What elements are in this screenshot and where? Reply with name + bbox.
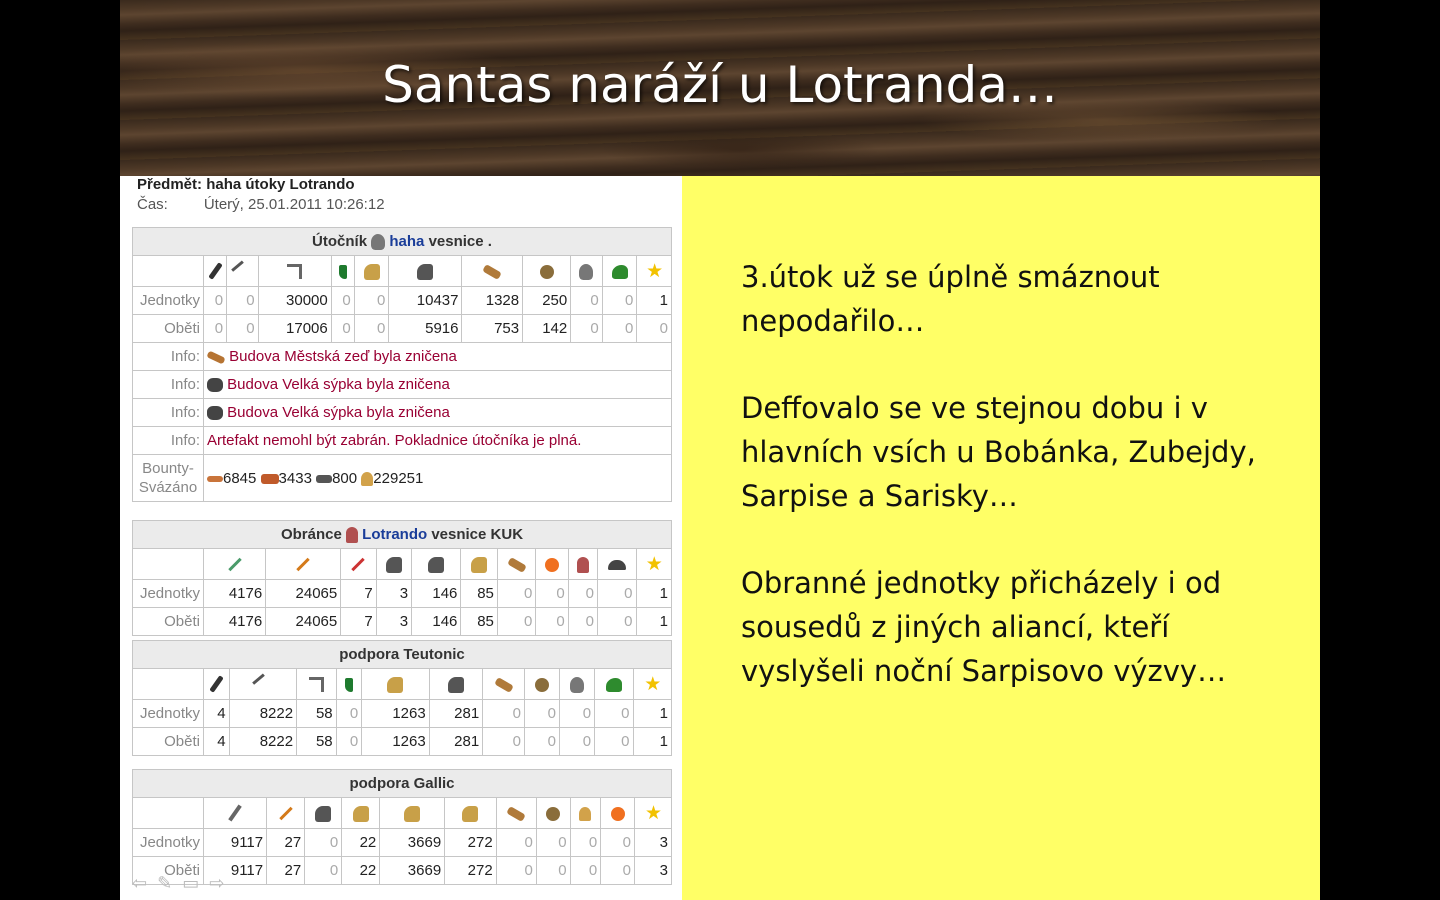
paragraph-1: 3.útok už se úplně smáznout nepodařilo… [741,260,1160,338]
settler-icon [610,806,625,821]
knight-icon [404,805,421,822]
info-row: Info: Budova Velká sýpka byla zničena [132,370,672,399]
bounty-row: Bounty- Svázáno 6845 3433 800 229251 [132,454,672,502]
prev-slide-icon[interactable]: ⇦ [132,873,157,893]
clay-icon [260,473,279,484]
chief-icon [579,263,594,280]
hero-star-icon: ★ [644,673,662,695]
horseman-icon [315,805,332,822]
phalanx-icon [227,557,242,572]
defender-table: Obránce Lotrando vesnice KUK ★ Jednotky … [132,520,672,636]
slideshow-nav: ⇦✎▭⇨ [132,873,234,894]
teutonic-units-row: Jednotky 4 8222 58 0 1263 281 0 0 0 0 1 [132,699,672,728]
gallic-support-table: podpora Gallic ★ Jednotky 9117 27 0 22 3… [132,769,673,885]
catapult-icon [546,806,561,821]
granary-icon [207,378,223,393]
trebuchet-icon [545,557,560,572]
mace-icon [228,804,242,822]
ram-icon [506,805,527,822]
slide: Santas naráží u Lotranda… Předmět: haha … [120,0,1320,900]
sword-icon [278,806,293,821]
hero-star-icon: ★ [645,553,663,575]
hero-star-icon: ★ [646,260,664,282]
club-icon [209,675,224,693]
crop-icon [361,471,374,486]
info-row: Info: Artefakt nemohl být zabrán. Poklad… [132,426,672,455]
defender-village: vesnice KUK [431,525,524,543]
report-subject: Předmět: haha útoky Lotrando [137,176,355,193]
defender-header: Obránce Lotrando vesnice KUK [132,520,672,549]
chief-icon [579,806,592,821]
settler-icon [611,264,628,279]
club-icon [207,262,223,280]
rider-icon [352,805,369,822]
teutonic-knight-icon [447,676,464,693]
menu-icon[interactable]: ▭ [182,873,209,893]
paragraph-3: Obranné jednotky přicházely i od sousedů… [741,566,1227,688]
settler-icon [605,677,622,692]
scout-icon [338,264,347,279]
info-row: Info: Budova Městská zeď byla zničena [132,342,672,371]
ram-icon [493,676,514,693]
gallic-header: podpora Gallic [132,769,672,798]
iron-icon [316,474,333,483]
catapult-icon [539,264,554,279]
battle-report-screenshot: Předmět: haha útoky Lotrando Čas: Úterý, … [120,176,682,900]
paladin-horse-icon [387,676,404,693]
chief-icon [570,676,585,693]
time-value: Úterý, 25.01.2011 10:26:12 [203,196,385,213]
settler-icon [607,559,626,570]
teutonic-support-table: podpora Teutonic ★ Jednotky 4 8222 58 0 … [132,640,672,756]
paladin-horse-icon [363,263,380,280]
defender-casualties-row: Oběti 4176 24065 7 3 146 85 0 0 0 0 1 [132,607,672,636]
druidrider-icon [428,556,445,573]
attacker-unit-icons: ★ [132,255,672,287]
attacker-table: Útočník haha vesnice . ★ Jednotky 0 0 30… [132,227,672,502]
gallic-units-row: Jednotky 9117 27 0 22 3669 272 0 0 0 0 3 [132,828,673,857]
pen-icon[interactable]: ✎ [157,873,182,893]
wall-icon [206,350,226,365]
slide-text: 3.útok už se úplně smáznout nepodařilo… … [741,255,1261,736]
ram-icon [482,263,503,280]
player-icon [345,527,358,544]
gallic-unit-icons: ★ [132,797,673,829]
chieftain-icon [576,556,589,573]
wood-header: Santas naráží u Lotranda… [120,0,1320,176]
player-icon [371,234,386,251]
report-time: Čas: Úterý, 25.01.2011 10:26:12 [137,196,385,213]
spear-icon [231,260,254,283]
ram-icon [506,556,527,573]
axe-icon [287,264,303,280]
info-row: Info: Budova Velká sýpka byla zničena [132,398,672,427]
teutonic-header: podpora Teutonic [132,640,672,669]
defender-unit-icons: ★ [132,548,672,580]
next-slide-icon[interactable]: ⇨ [209,873,234,893]
catapult-icon [534,677,549,692]
theutates-thunder-icon [385,556,402,573]
defender-player-link[interactable]: Lotrando [362,526,427,543]
attacker-units-row: Jednotky 0 0 30000 0 0 10437 1328 250 0 … [132,286,672,315]
cavalry-icon [462,805,479,822]
scout-icon [344,677,353,692]
defender-units-row: Jednotky 4176 24065 7 3 146 85 0 0 0 0 1 [132,579,672,608]
pathfinder-icon [351,557,366,572]
spear-icon [252,673,274,696]
attacker-village: vesnice . [428,232,492,250]
attacker-casualties-row: Oběti 0 0 17006 0 0 5916 753 142 0 0 0 [132,314,672,343]
teutonic-casualties-row: Oběti 4 8222 58 0 1263 281 0 0 0 0 1 [132,727,672,756]
swordsman-icon [296,557,310,572]
axe-icon [308,677,324,693]
wood-icon [207,475,223,482]
granary-icon [207,406,223,421]
attacker-header: Útočník haha vesnice . [132,227,672,256]
subject-value: haha útoky Lotrando [206,176,355,193]
teutonic-unit-icons: ★ [132,668,672,700]
attacker-player-link[interactable]: haha [389,233,424,250]
hero-star-icon: ★ [644,802,663,824]
haeduan-icon [471,556,488,573]
paragraph-2: Deffovalo se ve stejnou dobu i v hlavníc… [741,391,1256,513]
slide-title: Santas naráží u Lotranda… [382,56,1058,114]
teutonic-knight-icon [417,263,434,280]
